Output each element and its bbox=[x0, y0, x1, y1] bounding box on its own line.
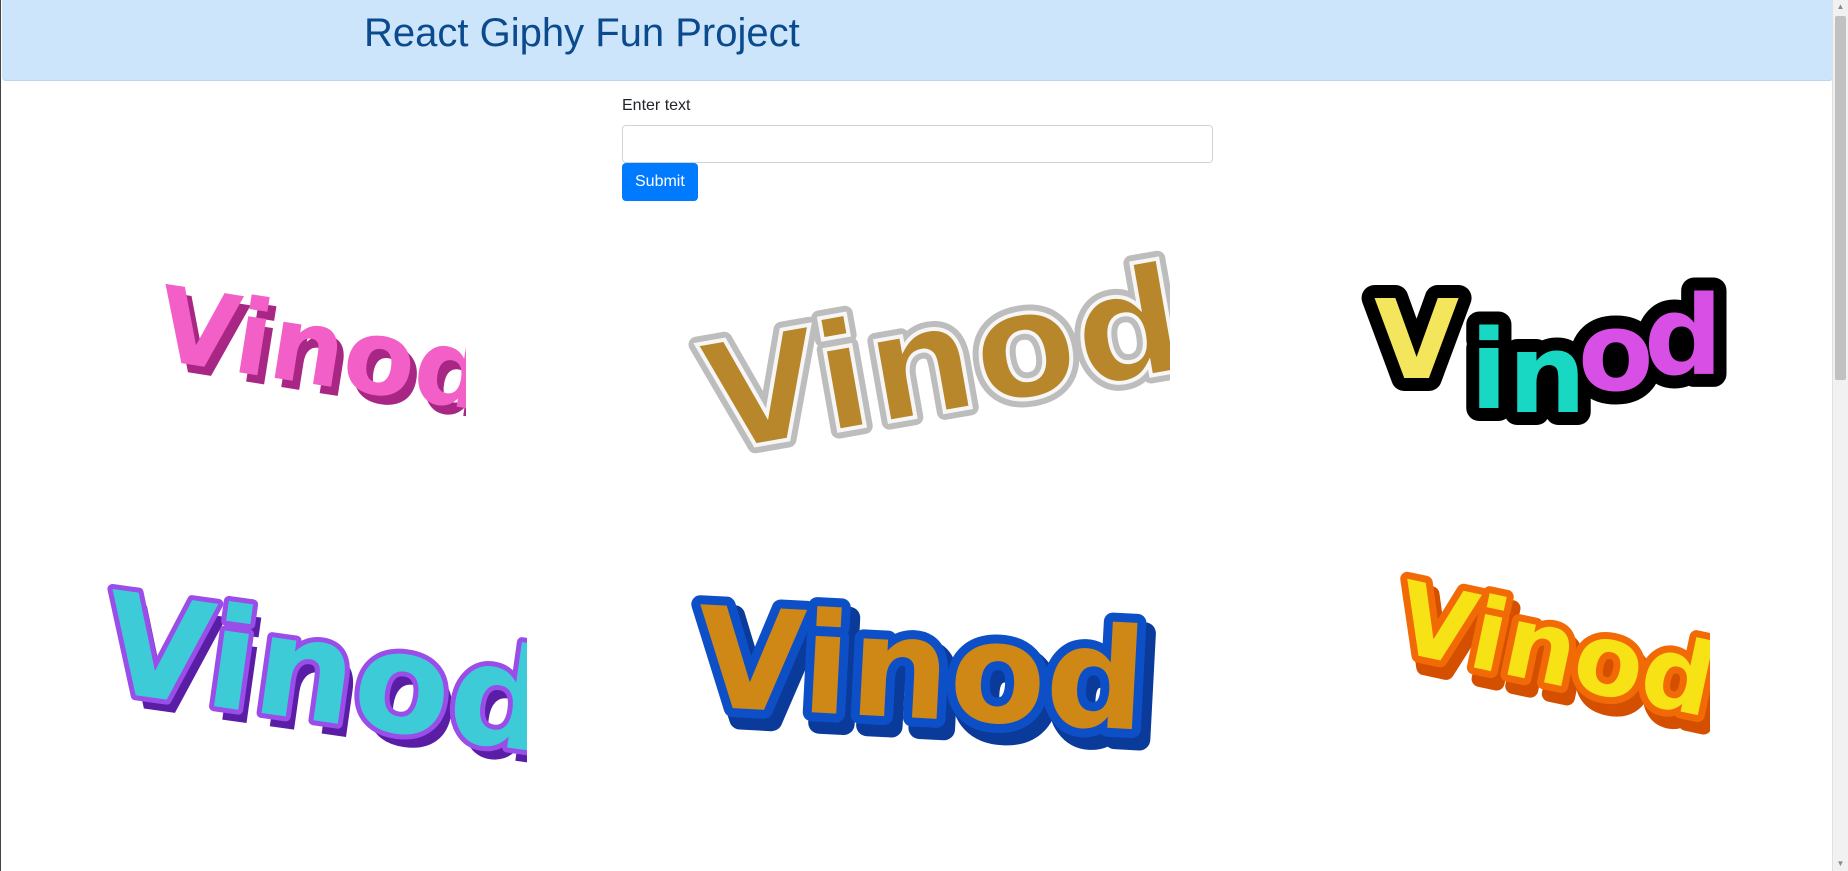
gif-image-1: Vinod Vinod bbox=[149, 263, 466, 442]
gif-text-2: Vinod bbox=[691, 245, 1170, 465]
gif-result-2[interactable]: Vinod Vinod bbox=[675, 245, 1170, 465]
svg-text:o: o bbox=[1578, 288, 1654, 416]
gif-result-4[interactable]: Vinod Vinod Vinod bbox=[75, 560, 527, 770]
gif-result-1[interactable]: Vinod Vinod bbox=[140, 262, 466, 442]
gif-image-4: Vinod Vinod Vinod bbox=[88, 560, 527, 770]
gif-image-6: Vinod Vinod Vinod bbox=[1380, 560, 1710, 750]
svg-text:n: n bbox=[1508, 310, 1586, 438]
scroll-up-arrow-icon[interactable]: ▲ bbox=[1833, 0, 1848, 14]
search-form: Enter text Submit bbox=[622, 97, 1213, 201]
gif-image-3: V i n o d V i n o d bbox=[1361, 262, 1730, 442]
page-scrollbar[interactable]: ▲ ▼ bbox=[1832, 0, 1848, 871]
text-input[interactable] bbox=[622, 125, 1213, 163]
page-title: React Giphy Fun Project bbox=[364, 11, 800, 55]
gif-result-3[interactable]: V i n o d V i n o d bbox=[1360, 262, 1730, 442]
gif-result-5[interactable]: Vinod Vinod Vinod bbox=[677, 568, 1167, 753]
gif-image-2: Vinod Vinod bbox=[683, 245, 1170, 465]
submit-button[interactable]: Submit bbox=[622, 163, 698, 201]
gif-text-3-v: V bbox=[1374, 276, 1459, 404]
text-input-label: Enter text bbox=[622, 97, 691, 114]
gif-image-5: Vinod Vinod Vinod bbox=[683, 568, 1167, 753]
scroll-down-arrow-icon[interactable]: ▼ bbox=[1833, 857, 1848, 871]
window-left-border bbox=[0, 0, 1, 871]
scrollbar-thumb[interactable] bbox=[1835, 16, 1846, 380]
svg-text:i: i bbox=[1470, 306, 1508, 434]
gif-result-6[interactable]: Vinod Vinod Vinod bbox=[1380, 560, 1710, 750]
svg-text:d: d bbox=[1644, 272, 1723, 400]
gif-text-5: Vinod bbox=[692, 577, 1150, 753]
page-header: React Giphy Fun Project bbox=[2, 0, 1833, 81]
